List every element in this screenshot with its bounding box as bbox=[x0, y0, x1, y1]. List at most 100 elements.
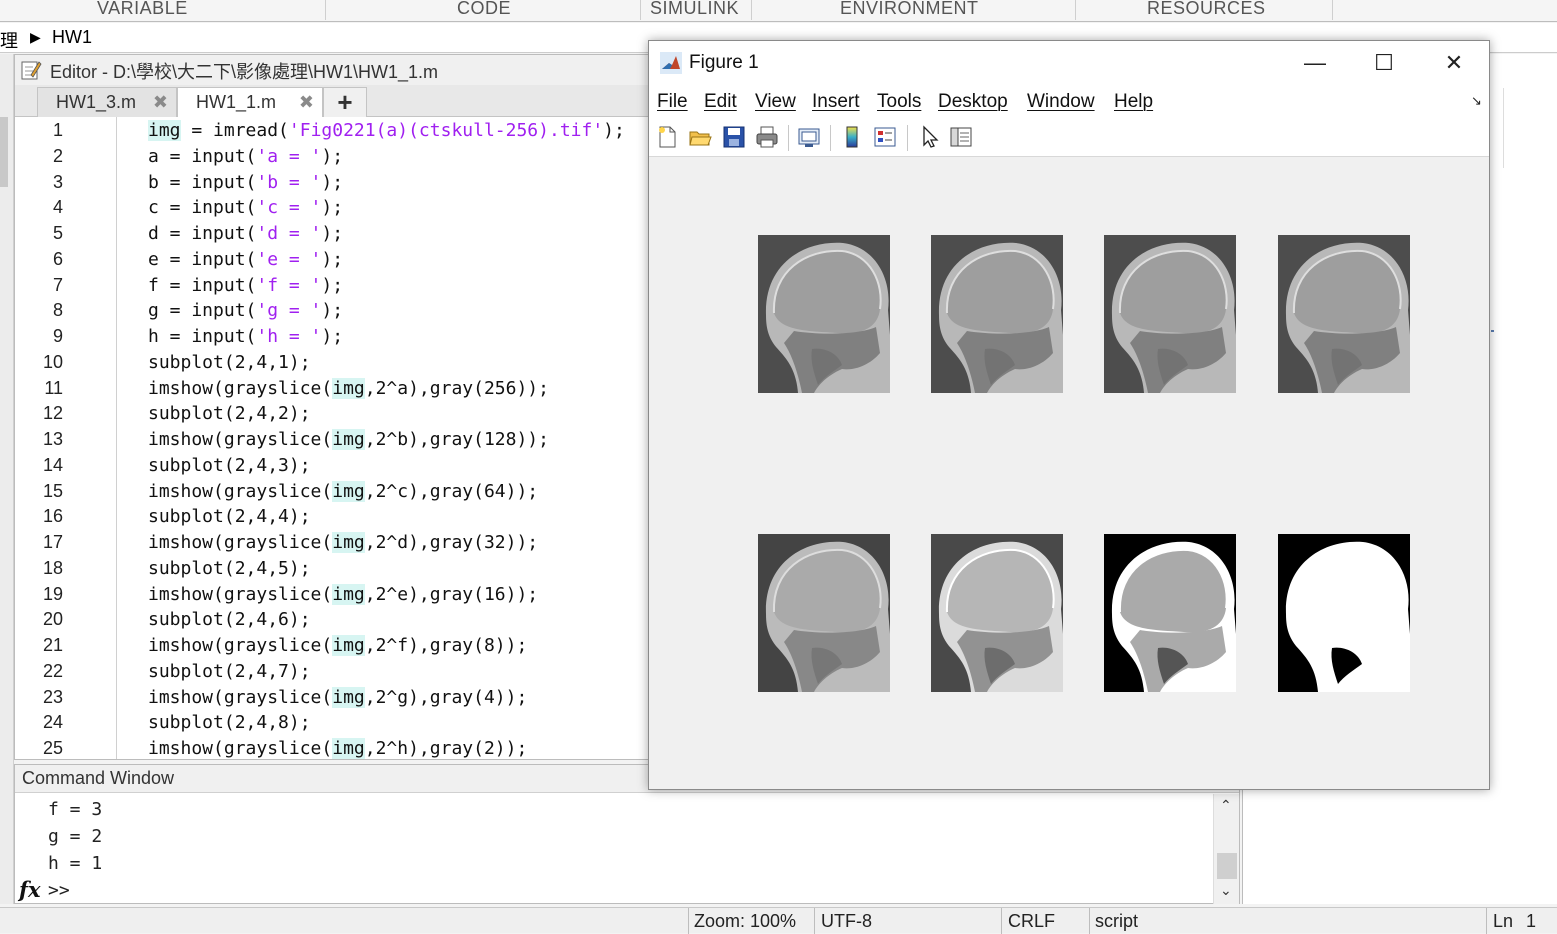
code-line[interactable]: imshow(grayslice(img,2^d),gray(32)); bbox=[148, 532, 538, 553]
chevron-up-icon[interactable]: ⌃ bbox=[1220, 797, 1232, 814]
open-file-icon[interactable] bbox=[688, 125, 712, 149]
menu-file[interactable]: File bbox=[657, 91, 688, 113]
ribbon-tab-bar: VARIABLE CODE SIMULINK ENVIRONMENT RESOU… bbox=[0, 0, 1557, 22]
code-token: subplot(2,4,4); bbox=[148, 506, 311, 528]
ribbon-tab-simulink[interactable]: SIMULINK bbox=[650, 0, 739, 19]
code-token: ); bbox=[321, 326, 344, 347]
code-token: ); bbox=[321, 171, 344, 193]
menu-view[interactable]: View bbox=[755, 91, 796, 113]
function-browser-icon[interactable]: fx bbox=[19, 877, 41, 902]
ribbon-tab-variable[interactable]: VARIABLE bbox=[97, 0, 188, 19]
code-line[interactable]: subplot(2,4,6); bbox=[148, 609, 311, 630]
line-number: 7 bbox=[52, 274, 63, 295]
code-token: ,2^g),gray(4)); bbox=[364, 686, 528, 708]
command-window-scrollbar[interactable]: ⌃ ⌄ bbox=[1213, 794, 1239, 904]
subplot-image-6 bbox=[931, 534, 1063, 692]
code-area[interactable]: 1 2 3 4 5 6 7 8 9 10 11 12 13 14 15 16 17 18 19 20 21 22 23 24 2… bbox=[15, 117, 653, 759]
scrollbar-thumb[interactable] bbox=[1217, 853, 1237, 879]
breadcrumb-folder[interactable]: 理 bbox=[0, 27, 18, 53]
code-line[interactable]: d = input('d = '); bbox=[148, 223, 343, 244]
code-token: imshow(grayslice( bbox=[148, 377, 333, 399]
figure-titlebar[interactable]: Figure 1 — ☐ ✕ bbox=[649, 41, 1489, 85]
line-number: 5 bbox=[52, 223, 63, 243]
colorbar-icon[interactable] bbox=[840, 125, 864, 149]
code-line[interactable]: c = input('c = '); bbox=[148, 197, 343, 218]
line-number: 17 bbox=[42, 532, 63, 552]
print-icon[interactable] bbox=[755, 125, 779, 149]
code-line[interactable]: b = input('b = '); bbox=[148, 172, 343, 193]
ribbon-tab-environment[interactable]: ENVIRONMENT bbox=[840, 0, 979, 19]
code-line[interactable]: imshow(grayslice(img,2^a),gray(256)); bbox=[148, 377, 549, 399]
code-line[interactable]: a = input('a = '); bbox=[148, 146, 343, 167]
figure-canvas[interactable] bbox=[649, 158, 1489, 789]
legend-icon[interactable] bbox=[873, 125, 897, 149]
dock-arrow-icon[interactable]: ↘ bbox=[1471, 93, 1482, 109]
code-line[interactable]: imshow(grayslice(img,2^b),gray(128)); bbox=[148, 429, 549, 450]
figure-window[interactable]: Figure 1 — ☐ ✕ File Edit View Insert Too… bbox=[648, 40, 1490, 790]
code-token: subplot(2,4,2); bbox=[148, 403, 311, 425]
menu-desktop[interactable]: Desktop bbox=[938, 91, 1008, 113]
panel-grip[interactable] bbox=[0, 117, 8, 187]
code-line[interactable]: imshow(grayslice(img,2^f),gray(8)); bbox=[148, 635, 527, 656]
divider bbox=[325, 0, 326, 20]
code-token: ); bbox=[321, 145, 344, 167]
line-number: 19 bbox=[42, 583, 63, 604]
code-line[interactable]: g = input('g = '); bbox=[148, 300, 343, 321]
code-line[interactable]: imshow(grayslice(img,2^c),gray(64)); bbox=[148, 480, 538, 502]
ribbon-tab-code[interactable]: CODE bbox=[457, 0, 511, 19]
menu-help[interactable]: Help bbox=[1114, 91, 1153, 113]
save-icon[interactable] bbox=[722, 125, 746, 149]
code-line[interactable]: subplot(2,4,1); bbox=[148, 352, 311, 373]
close-icon[interactable]: ✖ bbox=[153, 92, 168, 113]
ribbon-tab-resources[interactable]: RESOURCES bbox=[1147, 0, 1266, 19]
tab-label: HW1_3.m bbox=[56, 92, 137, 112]
code-token: ,2^d),gray(32)); bbox=[364, 532, 539, 553]
breadcrumb-current[interactable]: HW1 bbox=[52, 27, 92, 48]
encoding-status: UTF-8 bbox=[821, 911, 872, 931]
editor-icon bbox=[21, 61, 42, 80]
string-literal: 'h = ' bbox=[256, 326, 322, 347]
tab-hw1-3[interactable]: HW1_3.m ✖ bbox=[37, 87, 177, 117]
code-line[interactable]: subplot(2,4,7); bbox=[148, 661, 311, 682]
minimize-button[interactable]: — bbox=[1292, 49, 1338, 79]
new-figure-icon[interactable] bbox=[655, 125, 679, 149]
code-line[interactable]: imshow(grayslice(img,2^h),gray(2)); bbox=[148, 738, 527, 759]
zoom-status: Zoom: 100% bbox=[694, 911, 797, 931]
code-token: b = input( bbox=[148, 171, 257, 193]
code-line[interactable]: subplot(2,4,3); bbox=[148, 455, 311, 476]
menu-edit[interactable]: Edit bbox=[704, 91, 737, 113]
code-line[interactable]: imshow(grayslice(img,2^e),gray(16)); bbox=[148, 583, 538, 605]
menu-tools[interactable]: Tools bbox=[877, 91, 921, 113]
close-window-button[interactable]: ✕ bbox=[1431, 49, 1477, 79]
property-inspector-icon[interactable] bbox=[949, 125, 973, 149]
code-line[interactable]: f = input('f = '); bbox=[148, 275, 343, 296]
matlab-logo-icon bbox=[660, 52, 682, 74]
line-ending-status: CRLF bbox=[1008, 911, 1056, 931]
maximize-button[interactable]: ☐ bbox=[1361, 49, 1407, 79]
code-line[interactable]: subplot(2,4,4); bbox=[148, 506, 311, 527]
code-line[interactable]: subplot(2,4,5); bbox=[148, 558, 311, 579]
highlighted-variable: img bbox=[332, 738, 365, 759]
code-line[interactable]: h = input('h = '); bbox=[148, 326, 343, 347]
code-token: subplot(2,4,1); bbox=[148, 351, 311, 373]
code-line[interactable]: imshow(grayslice(img,2^g),gray(4)); bbox=[148, 686, 528, 708]
code-line[interactable]: subplot(2,4,2); bbox=[148, 403, 311, 424]
code-line[interactable]: e = input('e = '); bbox=[148, 249, 343, 270]
menu-insert[interactable]: Insert bbox=[812, 91, 860, 113]
subplot-image-4 bbox=[1278, 235, 1410, 393]
line-number: 21 bbox=[42, 635, 63, 655]
chevron-down-icon[interactable]: ⌄ bbox=[1220, 882, 1232, 899]
close-icon[interactable]: ✖ bbox=[299, 92, 314, 113]
command-prompt[interactable]: >> bbox=[48, 880, 70, 901]
code-line[interactable]: img = imread('Fig0221(a)(ctskull-256).ti… bbox=[148, 120, 625, 141]
menu-window[interactable]: Window bbox=[1027, 91, 1095, 113]
pointer-icon[interactable] bbox=[918, 125, 942, 149]
link-plot-icon[interactable] bbox=[797, 125, 821, 149]
string-literal: 'b = ' bbox=[256, 171, 322, 193]
left-collapsed-panel[interactable] bbox=[0, 54, 14, 904]
code-line[interactable]: subplot(2,4,8); bbox=[148, 712, 311, 733]
command-output-line: g = 2 bbox=[48, 826, 103, 847]
tab-hw1-1[interactable]: HW1_1.m ✖ bbox=[177, 87, 323, 117]
code-token: = imread( bbox=[180, 120, 289, 141]
add-tab-button[interactable]: + bbox=[323, 87, 367, 117]
